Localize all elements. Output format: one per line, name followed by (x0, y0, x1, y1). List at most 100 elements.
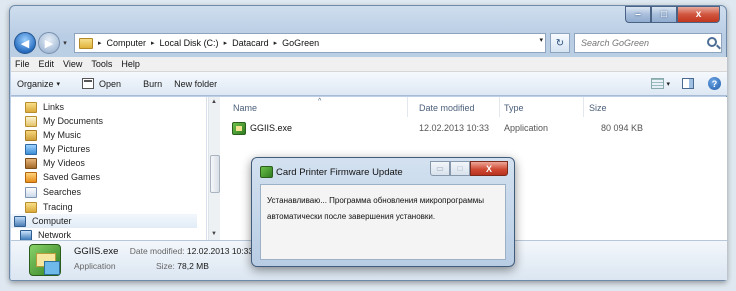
back-button[interactable]: ◀ (14, 32, 36, 54)
computer-icon (14, 215, 26, 227)
breadcrumb-computer[interactable]: Computer (107, 38, 147, 48)
firmware-update-dialog: Card Printer Firmware Update ▭ □ X Устан… (251, 157, 515, 267)
nav-item-searches[interactable]: Searches (25, 185, 81, 199)
help-icon[interactable]: ? (708, 77, 721, 90)
column-header-size[interactable]: Size (589, 101, 607, 115)
application-large-icon (29, 244, 61, 276)
preview-pane-icon[interactable] (682, 78, 694, 89)
search-box[interactable] (574, 33, 722, 53)
address-row: ◀ ▶ ▾ ▸ Computer ▸ Local Disk (C:) ▸ Dat… (14, 31, 722, 55)
burn-label: Burn (143, 78, 163, 89)
dialog-maximize-button[interactable]: □ (450, 161, 470, 176)
nav-scrollbar[interactable]: ▲ ▼ (208, 97, 220, 240)
breadcrumb-datacard[interactable]: Datacard (232, 38, 269, 48)
search-input[interactable] (581, 38, 701, 48)
details-type: Application (74, 261, 116, 271)
menu-edit[interactable]: Edit (39, 59, 55, 69)
refresh-button[interactable]: ↻ (550, 33, 570, 53)
forward-button[interactable]: ▶ (38, 32, 60, 54)
nav-item-label: Saved Games (43, 172, 101, 182)
application-icon (260, 166, 273, 178)
dialog-caption-buttons: ▭ □ X (430, 161, 508, 176)
breadcrumb-separator[interactable]: ▸ (224, 39, 228, 47)
scroll-down-arrow-icon[interactable]: ▼ (211, 231, 217, 237)
scroll-up-arrow-icon[interactable]: ▲ (211, 99, 217, 105)
folder-icon (79, 37, 93, 49)
menu-tools[interactable]: Tools (91, 59, 112, 69)
file-size: 80 094 KB (601, 123, 644, 133)
nav-item-my-music[interactable]: My Music (25, 128, 81, 142)
nav-item-saved-games[interactable]: Saved Games (25, 170, 100, 184)
links-icon (25, 101, 37, 113)
saved-games-icon (25, 171, 37, 183)
breadcrumb-local-disk[interactable]: Local Disk (C:) (160, 38, 219, 48)
menu-bar: File Edit View Tools Help (11, 57, 727, 72)
nav-item-my-documents[interactable]: My Documents (25, 114, 103, 128)
menu-help[interactable]: Help (121, 59, 140, 69)
file-date: 12.02.2013 10:33 (419, 123, 490, 133)
toolbar-right: ▾ ? (651, 77, 721, 90)
refresh-icon: ↻ (555, 37, 565, 49)
details-line-2: Application Size: 78,2 MB (74, 261, 209, 271)
folder-icon (25, 201, 37, 213)
nav-item-label: My Pictures (43, 144, 91, 154)
command-bar: Organize ▾ Open Burn New folder ▾ ? (11, 72, 727, 96)
nav-item-my-pictures[interactable]: My Pictures (25, 142, 90, 156)
nav-scroll-thumb[interactable] (210, 155, 220, 193)
breadcrumb-separator[interactable]: ▸ (98, 39, 102, 47)
address-history-dropdown[interactable]: ▾ (539, 36, 543, 44)
organize-button[interactable]: Organize ▾ (17, 79, 60, 89)
breadcrumb-separator[interactable]: ▸ (151, 39, 155, 47)
nav-item-links[interactable]: Links (25, 100, 64, 114)
application-icon (232, 122, 246, 135)
nav-item-my-videos[interactable]: My Videos (25, 156, 85, 170)
searches-icon (25, 186, 37, 198)
dialog-title: Card Printer Firmware Update (276, 167, 403, 178)
forward-arrow-icon: ▶ (44, 37, 54, 50)
breadcrumb-gogreen[interactable]: GoGreen (282, 38, 319, 48)
nav-item-tracing[interactable]: Tracing (25, 200, 73, 214)
address-bar[interactable]: ▸ Computer ▸ Local Disk (C:) ▸ Datacard … (74, 33, 546, 53)
new-folder-label: New folder (174, 78, 218, 89)
navigation-pane: Links My Documents My Music My Pictures … (11, 97, 207, 241)
dialog-close-button[interactable]: X (470, 161, 508, 176)
column-header-date-modified[interactable]: Date modified (419, 101, 475, 115)
new-folder-button[interactable]: New folder (174, 79, 217, 89)
column-header-type[interactable]: Type (504, 101, 524, 115)
breadcrumb-separator[interactable]: ▸ (274, 39, 278, 47)
nav-item-label: My Music (43, 130, 81, 140)
menu-view[interactable]: View (63, 59, 82, 69)
nav-item-label: Network (38, 230, 72, 240)
dialog-message-line-1: Устанавливаю... Программа обновления мик… (267, 196, 484, 205)
menu-file[interactable]: File (15, 59, 30, 69)
views-icon[interactable] (651, 78, 665, 89)
organize-label: Organize (17, 78, 54, 89)
column-divider[interactable] (583, 97, 584, 117)
network-icon (20, 229, 32, 241)
burn-button[interactable]: Burn (143, 79, 162, 89)
open-label: Open (99, 78, 122, 89)
chevron-down-icon: ▾ (56, 80, 61, 88)
search-icon[interactable] (707, 37, 717, 47)
column-divider[interactable] (407, 97, 408, 117)
close-button[interactable]: x (677, 6, 720, 23)
table-row[interactable]: GGIIS.exe 12.02.2013 10:33 Application 8… (223, 121, 727, 137)
details-date-label: Date modified: (129, 246, 185, 256)
recent-pages-dropdown[interactable]: ▾ (60, 39, 70, 47)
chevron-down-icon[interactable]: ▾ (666, 80, 670, 88)
nav-item-label: My Videos (43, 158, 85, 168)
maximize-button[interactable]: □ (651, 6, 677, 23)
details-file-name: GGIIS.exe (74, 246, 119, 257)
details-size-label: Size: (155, 261, 175, 271)
dialog-minimize-button[interactable]: ▭ (430, 161, 450, 176)
open-button[interactable]: Open (82, 78, 121, 89)
column-header-name[interactable]: Name (233, 101, 257, 115)
open-icon (82, 78, 95, 89)
pictures-icon (25, 143, 37, 155)
nav-item-computer[interactable]: Computer (11, 214, 197, 228)
file-type: Application (504, 123, 549, 133)
nav-item-label: Computer (32, 216, 72, 226)
dialog-body: Устанавливаю... Программа обновления мик… (260, 184, 506, 260)
column-divider[interactable] (499, 97, 500, 117)
minimize-button[interactable]: – (625, 6, 651, 23)
